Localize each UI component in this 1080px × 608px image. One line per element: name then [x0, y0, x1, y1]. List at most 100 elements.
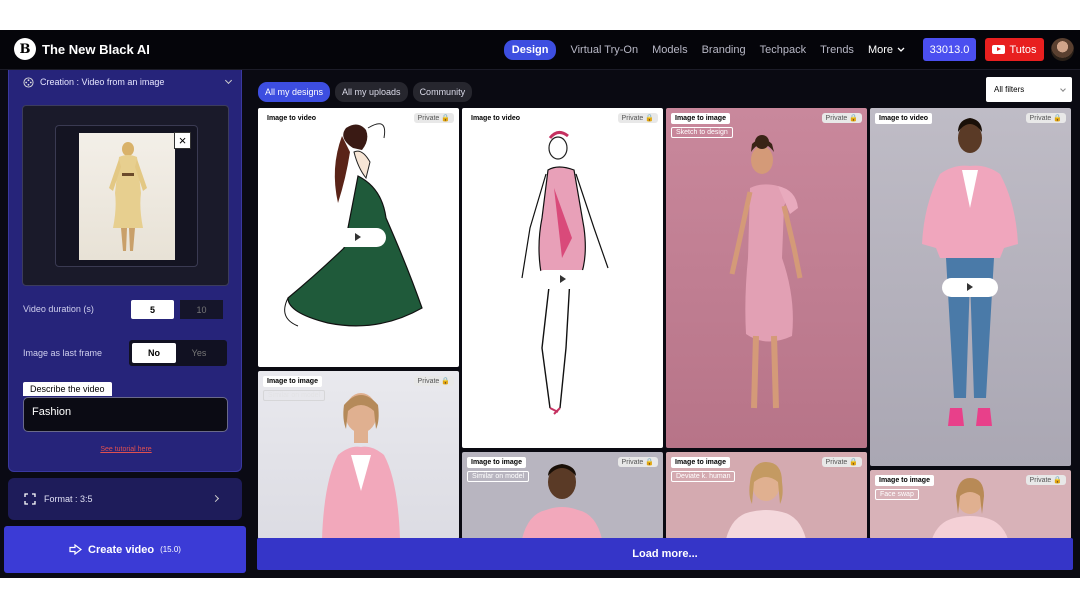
private-badge: Private 🔒	[413, 376, 454, 386]
load-more-button[interactable]: Load more...	[257, 538, 1073, 570]
all-filters-dropdown[interactable]: All filters	[986, 77, 1072, 102]
tutos-label: Tutos	[1009, 43, 1037, 56]
chevron-down-icon	[897, 47, 905, 52]
private-label: Private	[1029, 477, 1052, 484]
create-video-label: Create video	[88, 543, 155, 556]
gallery-card[interactable]: Image to video Private 🔒	[258, 108, 459, 367]
model-pink-dress-image	[729, 135, 803, 409]
private-label: Private	[417, 378, 440, 385]
card-tag: Image to image	[875, 475, 934, 486]
card-subtag: Sketch to design	[671, 127, 733, 138]
gallery-card[interactable]: Image to image Face swap Private 🔒	[870, 470, 1071, 539]
card-tag: Image to image	[263, 376, 322, 387]
gallery-tabs: All my designs All my uploads Community	[258, 82, 473, 102]
gallery-card[interactable]: Image to image Similar on model Private …	[258, 371, 459, 539]
gallery-card[interactable]: Image to image Similar on model Private …	[462, 452, 663, 539]
card-tag: Image to video	[875, 113, 933, 124]
nav-models[interactable]: Models	[652, 44, 687, 56]
play-button[interactable]	[535, 270, 591, 289]
app-logo[interactable]: B The New Black AI	[14, 38, 150, 60]
user-avatar[interactable]	[1051, 38, 1074, 61]
tutos-button[interactable]: Tutos	[985, 38, 1044, 61]
play-button[interactable]	[942, 278, 998, 297]
private-label: Private	[621, 459, 644, 466]
private-badge: Private 🔒	[413, 113, 454, 123]
private-label: Private	[1029, 115, 1052, 122]
card-subtag: Deviate k. human	[671, 471, 736, 482]
private-badge: Private 🔒	[1025, 475, 1066, 485]
create-video-cost: (15.0)	[160, 545, 181, 554]
video-duration-toggle: 5 10	[131, 300, 223, 319]
film-reel-icon	[23, 76, 34, 88]
gallery-card[interactable]: Image to image Sketch to design Private …	[666, 108, 867, 448]
nav-design[interactable]: Design	[503, 40, 557, 60]
duration-option-5[interactable]: 5	[131, 300, 174, 319]
private-label: Private	[417, 115, 440, 122]
play-button[interactable]	[330, 228, 386, 247]
tab-all-my-uploads[interactable]: All my uploads	[335, 82, 408, 102]
duration-option-10[interactable]: 10	[180, 300, 223, 319]
card-tag: Image to video	[263, 113, 321, 124]
private-label: Private	[621, 115, 644, 122]
private-badge: Private 🔒	[821, 457, 862, 467]
nav-more[interactable]: More	[868, 44, 905, 56]
last-frame-label: Image as last frame	[23, 348, 103, 358]
card-tag: Image to video	[467, 113, 525, 124]
gallery-card[interactable]: Image to image Deviate k. human Private …	[666, 452, 867, 539]
card-tag: Image to image	[467, 457, 526, 468]
chevron-down-icon	[1060, 86, 1066, 92]
tab-all-my-designs[interactable]: All my designs	[258, 82, 331, 102]
chevron-right-icon	[211, 494, 220, 503]
main-nav: Design Virtual Try-On Models Branding Te…	[503, 40, 905, 60]
private-badge: Private 🔒	[617, 113, 658, 123]
creation-mode-label: Creation : Video from an image	[40, 77, 165, 87]
gallery-area: All my designs All my uploads Community …	[250, 70, 1080, 578]
creation-panel: Creation : Video from an image × Video d…	[8, 70, 242, 472]
card-tag: Image to image	[671, 457, 730, 468]
private-badge: Private 🔒	[821, 113, 862, 123]
format-selector[interactable]: Format : 3:5	[8, 478, 242, 520]
private-label: Private	[825, 459, 848, 466]
private-label: Private	[825, 115, 848, 122]
video-duration-label: Video duration (s)	[23, 304, 94, 314]
top-navbar: B The New Black AI Design Virtual Try-On…	[0, 30, 1080, 70]
aspect-ratio-icon	[24, 493, 36, 505]
describe-video-input[interactable]: Fashion	[23, 397, 228, 432]
arrow-right-icon	[69, 544, 83, 555]
app-name: The New Black AI	[42, 41, 150, 57]
nav-virtual-try-on[interactable]: Virtual Try-On	[570, 44, 638, 56]
gallery-card[interactable]: Image to video Private 🔒	[870, 108, 1071, 466]
card-subtag: Similar on model	[263, 390, 326, 401]
card-subtag: Face swap	[875, 489, 919, 500]
youtube-icon	[992, 45, 1006, 54]
uploaded-image	[79, 133, 175, 260]
image-upload-area[interactable]: ×	[22, 105, 229, 286]
create-video-button[interactable]: Create video (15.0)	[4, 526, 246, 573]
app-window: B The New Black AI Design Virtual Try-On…	[0, 30, 1080, 578]
chevron-down-icon	[224, 76, 233, 85]
last-frame-option-no[interactable]: No	[132, 343, 176, 363]
fashion-sketch-image	[109, 142, 147, 251]
private-badge: Private 🔒	[617, 457, 658, 467]
tutorial-link[interactable]: See tutorial here	[9, 446, 243, 453]
uploaded-image-frame: ×	[55, 125, 198, 267]
format-label: Format : 3:5	[44, 494, 93, 504]
sidebar: Creation : Video from an image × Video d…	[0, 70, 250, 578]
logo-mark-icon: B	[14, 38, 36, 60]
credits-button[interactable]: 33013.0	[923, 38, 976, 61]
gallery-card[interactable]: Image to video Private 🔒	[462, 108, 663, 448]
private-badge: Private 🔒	[1025, 113, 1066, 123]
tab-community[interactable]: Community	[412, 82, 473, 102]
nav-trends[interactable]: Trends	[820, 44, 854, 56]
describe-video-label: Describe the video	[23, 382, 112, 396]
nav-branding[interactable]: Branding	[702, 44, 746, 56]
last-frame-option-yes[interactable]: Yes	[176, 343, 222, 363]
card-tag: Image to image	[671, 113, 730, 124]
nav-techpack[interactable]: Techpack	[760, 44, 806, 56]
nav-more-label: More	[867, 44, 893, 56]
card-subtag: Similar on model	[467, 471, 530, 482]
filters-label: All filters	[994, 85, 1025, 94]
creation-mode-selector[interactable]: Creation : Video from an image	[9, 70, 243, 94]
last-frame-toggle: No Yes	[129, 340, 227, 366]
remove-image-button[interactable]: ×	[174, 132, 191, 149]
